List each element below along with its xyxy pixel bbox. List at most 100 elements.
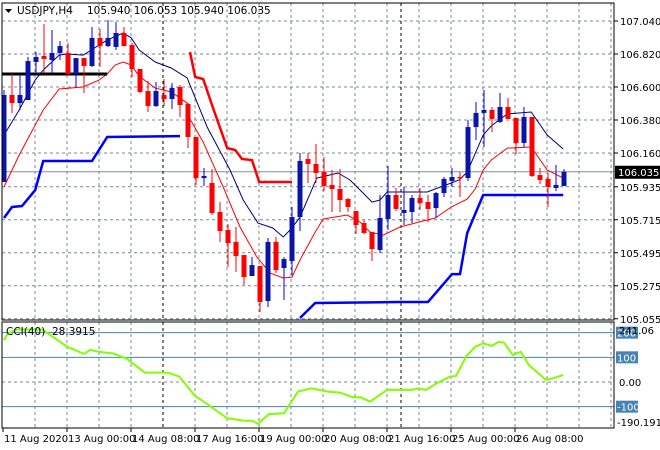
candle-body xyxy=(241,255,247,278)
candle-bear xyxy=(65,43,71,74)
candle-body xyxy=(249,265,255,276)
candle-bull xyxy=(49,30,55,74)
candle-bull xyxy=(265,238,271,308)
dropdown-triangle-icon[interactable] xyxy=(5,9,12,13)
candle-bear xyxy=(97,28,103,68)
candle-body xyxy=(273,241,279,270)
symbol-timeframe: USDJPY,H4 xyxy=(17,5,73,17)
candle-bull xyxy=(89,27,95,68)
candle-bear xyxy=(193,136,199,185)
candle-bull xyxy=(105,19,111,47)
candle-body xyxy=(49,52,55,60)
price-axis-label: 106.380 xyxy=(620,116,660,127)
cci-level-label: 100 xyxy=(617,353,636,364)
candle-body xyxy=(489,109,495,119)
candle-bear xyxy=(81,58,87,93)
candle-body xyxy=(401,210,407,213)
candle-body xyxy=(377,217,383,251)
indicator-overlays xyxy=(2,32,564,319)
candle-body xyxy=(17,94,23,104)
candle-bear xyxy=(233,226,239,272)
candle-bear xyxy=(529,117,535,177)
candle-body xyxy=(265,241,271,302)
candle-bear xyxy=(129,43,135,77)
time-axis-label: 17 Aug 16:00 xyxy=(196,434,263,445)
time-axis-label: 11 Aug 2020 xyxy=(4,434,68,445)
candle-body xyxy=(481,109,487,113)
candle-body xyxy=(225,229,231,243)
candle-body xyxy=(297,160,303,218)
candle-body xyxy=(337,189,343,200)
grid xyxy=(2,3,614,428)
candle-body xyxy=(417,198,423,203)
candle-bull xyxy=(25,57,31,101)
candle-bull xyxy=(465,120,471,182)
candles xyxy=(1,19,567,312)
price-axis-label: 105.495 xyxy=(620,249,660,260)
time-axis-label: 21 Aug 16:00 xyxy=(388,434,455,445)
candle-bear xyxy=(305,153,311,183)
time-axis-label: 20 Aug 08:00 xyxy=(324,434,391,445)
price-axis-label: 106.820 xyxy=(620,50,660,61)
candle-bull xyxy=(441,177,447,197)
price-chart[interactable]: 107.040 106.820 106.600 106.380 106.160 105.9… xyxy=(0,0,660,450)
candle-body xyxy=(281,259,287,269)
candle-body xyxy=(433,193,439,209)
candle-bull xyxy=(289,207,295,275)
candle-body xyxy=(473,112,479,128)
candle-bull xyxy=(33,52,39,75)
candle-body xyxy=(233,241,239,257)
candle-bear xyxy=(41,24,47,74)
candle-bear xyxy=(217,202,223,242)
candle-body xyxy=(169,88,175,99)
time-axis-label: 13 Aug 00:00 xyxy=(68,434,135,445)
candle-bull xyxy=(433,192,439,218)
candle-bull xyxy=(57,40,63,60)
candle-body xyxy=(361,223,367,233)
candle-body xyxy=(529,117,535,176)
price-axis-label: 105.275 xyxy=(620,282,660,293)
price-axis-label: 106.600 xyxy=(620,83,660,94)
candle-bear xyxy=(345,198,351,212)
candle-bull xyxy=(201,168,207,186)
moving-average-slow xyxy=(3,61,564,279)
candle-body xyxy=(369,232,375,249)
cci-pane xyxy=(2,328,614,426)
candle-bear xyxy=(241,255,247,285)
candle-bull xyxy=(73,58,79,87)
candle-bear xyxy=(537,168,543,185)
candle-body xyxy=(105,37,111,47)
candle-bear xyxy=(393,187,399,212)
candle-bear xyxy=(225,223,231,267)
candle-body xyxy=(553,184,559,188)
trailing-stop-blue xyxy=(2,134,181,219)
candle-body xyxy=(425,202,431,209)
price-axis-label: 105.715 xyxy=(620,216,660,227)
candle-bear xyxy=(185,103,191,149)
candle-body xyxy=(561,171,567,186)
candle-body xyxy=(217,211,223,231)
candle-bear xyxy=(137,69,143,93)
candle-bear xyxy=(505,97,511,119)
cci-min-label: -190.1918 xyxy=(617,418,660,429)
candle-body xyxy=(145,91,151,107)
candle-body xyxy=(289,217,295,261)
candle-body xyxy=(57,46,63,53)
trailing-stop-blue xyxy=(299,193,564,319)
candle-body xyxy=(457,177,463,179)
price-axis-label: 105.935 xyxy=(620,183,660,194)
candle-body xyxy=(521,117,527,143)
candle-bear xyxy=(161,79,167,107)
time-axis-label: 14 Aug 08:00 xyxy=(132,434,199,445)
cci-line xyxy=(3,328,564,426)
candle-body xyxy=(449,177,455,182)
cci-value: 28.3915 xyxy=(52,326,95,338)
candle-bear xyxy=(457,172,463,197)
candle-body xyxy=(33,57,39,62)
candle-bear xyxy=(361,220,367,234)
price-axis-label: 107.040 xyxy=(620,17,660,28)
candle-bear xyxy=(9,73,15,113)
candle-body xyxy=(185,103,191,137)
candle-body xyxy=(345,199,351,207)
candle-body xyxy=(153,91,159,107)
